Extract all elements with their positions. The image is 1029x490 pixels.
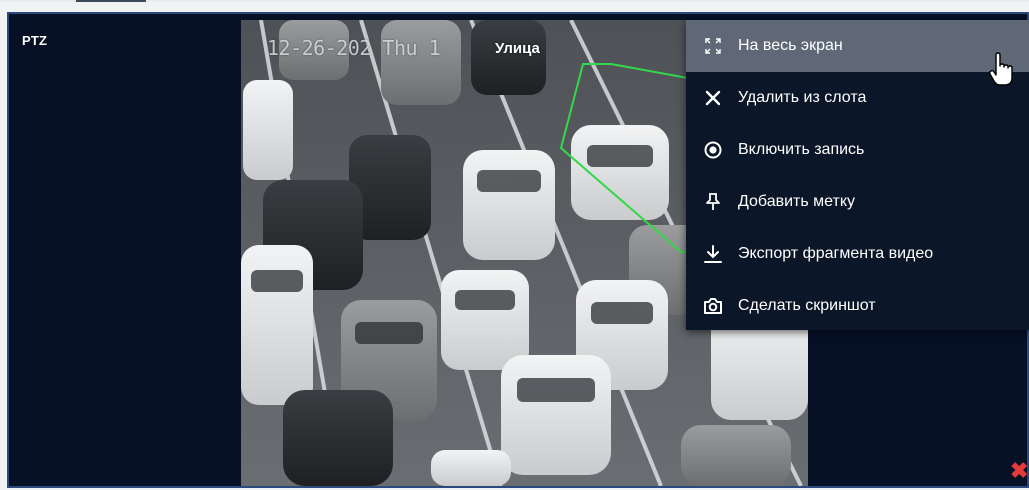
menu-item-fullscreen[interactable]: На весь экран [686,20,1029,72]
menu-item-label: На весь экран [738,37,843,54]
menu-item-label: Сделать скриншот [738,297,876,314]
record-icon [701,138,725,162]
download-icon [701,242,725,266]
menu-item-label: Добавить метку [738,193,856,210]
menu-item-start-recording[interactable]: Включить запись [686,124,1029,176]
close-slot-icon[interactable]: ✖ [1010,460,1027,482]
fullscreen-icon [701,34,725,58]
hand-cursor-icon [988,52,1016,93]
top-divider [0,0,1029,2]
menu-item-label: Экспорт фрагмента видео [738,245,934,262]
context-menu: На весь экран Удалить из слота Включить … [686,20,1029,330]
camera-icon [701,294,725,318]
menu-item-screenshot[interactable]: Сделать скриншот [686,280,1029,332]
menu-item-label: Удалить из слота [738,89,867,106]
menu-item-export-fragment[interactable]: Экспорт фрагмента видео [686,228,1029,280]
pin-icon [701,190,725,214]
menu-item-label: Включить запись [738,141,865,158]
menu-item-remove-from-slot[interactable]: Удалить из слота [686,72,1029,124]
ptz-label: PTZ [22,33,48,48]
top-divider-accent [76,0,146,2]
menu-item-add-marker[interactable]: Добавить метку [686,176,1029,228]
osd-timestamp: 12-26-202 Thu 1 [267,36,441,60]
close-icon [701,86,725,110]
camera-name: Улица [495,40,540,57]
